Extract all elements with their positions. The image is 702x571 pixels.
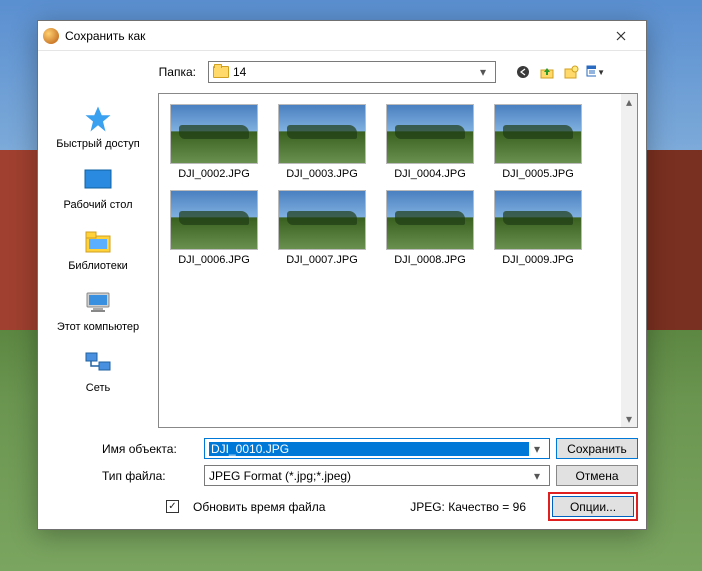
bottom-controls: Имя объекта: DJI_0010.JPG ▾ Сохранить Ти… <box>38 432 646 529</box>
options-highlight: Опции... <box>548 492 638 521</box>
place-label: Этот компьютер <box>42 321 154 333</box>
checkbox-label: Обновить время файла <box>193 500 325 514</box>
file-name: DJI_0006.JPG <box>178 254 250 266</box>
desktop-icon <box>82 164 114 196</box>
file-name: DJI_0005.JPG <box>502 168 574 180</box>
thumbnail-icon <box>494 190 582 250</box>
filename-input[interactable]: DJI_0010.JPG ▾ <box>204 438 550 459</box>
file-name: DJI_0003.JPG <box>286 168 358 180</box>
chevron-down-icon: ▼ <box>597 68 605 77</box>
close-icon <box>616 31 626 41</box>
scroll-down-button[interactable]: ▾ <box>621 411 637 427</box>
place-label: Рабочий стол <box>42 199 154 211</box>
folder-combo[interactable]: 14 ▾ <box>208 61 496 83</box>
filetype-label: Тип файла: <box>48 469 198 483</box>
place-network[interactable]: Сеть <box>42 343 154 402</box>
thumbnail-icon <box>170 190 258 250</box>
close-button[interactable] <box>601 22 641 50</box>
file-item[interactable]: DJI_0008.JPG <box>383 190 477 266</box>
file-name: DJI_0002.JPG <box>178 168 250 180</box>
filetype-value: JPEG Format (*.jpg;*.jpeg) <box>209 469 529 483</box>
scroll-up-button[interactable]: ▴ <box>621 94 637 110</box>
nav-up-button[interactable] <box>536 61 558 83</box>
libraries-icon <box>82 225 114 257</box>
dialog-title: Сохранить как <box>65 29 601 43</box>
file-item[interactable]: DJI_0007.JPG <box>275 190 369 266</box>
vertical-scrollbar[interactable]: ▴ ▾ <box>621 94 637 427</box>
file-listing-area: DJI_0002.JPG DJI_0003.JPG DJI_0004.JPG D… <box>158 93 638 428</box>
file-name: DJI_0009.JPG <box>502 254 574 266</box>
thumbnail-icon <box>386 104 474 164</box>
save-as-dialog: Сохранить как Папка: 14 ▾ ▼ <box>37 20 647 530</box>
filename-label: Имя объекта: <box>48 442 198 456</box>
place-this-pc[interactable]: Этот компьютер <box>42 282 154 341</box>
save-button[interactable]: Сохранить <box>556 438 638 459</box>
file-name: DJI_0004.JPG <box>394 168 466 180</box>
back-arrow-icon <box>515 64 531 80</box>
file-item[interactable]: DJI_0003.JPG <box>275 104 369 180</box>
folder-up-icon <box>539 64 555 80</box>
new-folder-button[interactable] <box>560 61 582 83</box>
app-icon <box>43 28 59 44</box>
view-menu-button[interactable]: ▼ <box>584 61 606 83</box>
filename-value: DJI_0010.JPG <box>209 442 529 456</box>
thumbnail-icon <box>170 104 258 164</box>
nav-back-button[interactable] <box>512 61 534 83</box>
quick-access-icon <box>82 103 114 135</box>
file-item[interactable]: DJI_0002.JPG <box>167 104 261 180</box>
file-name: DJI_0008.JPG <box>394 254 466 266</box>
place-desktop[interactable]: Рабочий стол <box>42 160 154 219</box>
file-grid[interactable]: DJI_0002.JPG DJI_0003.JPG DJI_0004.JPG D… <box>159 94 621 427</box>
file-item[interactable]: DJI_0004.JPG <box>383 104 477 180</box>
folder-label: Папка: <box>98 65 202 79</box>
update-file-time-checkbox[interactable]: ✓ <box>166 500 179 513</box>
place-label: Быстрый доступ <box>42 138 154 150</box>
network-icon <box>82 347 114 379</box>
computer-icon <box>82 286 114 318</box>
chevron-down-icon: ▾ <box>529 469 545 483</box>
thumbnail-icon <box>278 190 366 250</box>
file-item[interactable]: DJI_0005.JPG <box>491 104 585 180</box>
file-name: DJI_0007.JPG <box>286 254 358 266</box>
thumbnail-icon <box>386 190 474 250</box>
view-icon <box>585 64 596 80</box>
jpeg-quality-label: JPEG: Качество = 96 <box>410 500 526 514</box>
titlebar: Сохранить как <box>38 21 646 51</box>
places-bar: Быстрый доступ Рабочий стол Библиотеки Э… <box>38 91 158 432</box>
folder-row: Папка: 14 ▾ ▼ <box>38 51 646 91</box>
folder-value: 14 <box>233 65 471 79</box>
thumbnail-icon <box>494 104 582 164</box>
place-libraries[interactable]: Библиотеки <box>42 221 154 280</box>
folder-icon <box>213 66 229 78</box>
place-label: Сеть <box>42 382 154 394</box>
place-quick-access[interactable]: Быстрый доступ <box>42 99 154 158</box>
cancel-button[interactable]: Отмена <box>556 465 638 486</box>
chevron-down-icon: ▾ <box>475 65 491 79</box>
place-label: Библиотеки <box>42 260 154 272</box>
thumbnail-icon <box>278 104 366 164</box>
new-folder-icon <box>563 64 579 80</box>
options-button[interactable]: Опции... <box>552 496 634 517</box>
file-item[interactable]: DJI_0009.JPG <box>491 190 585 266</box>
filetype-combo[interactable]: JPEG Format (*.jpg;*.jpeg) ▾ <box>204 465 550 486</box>
file-item[interactable]: DJI_0006.JPG <box>167 190 261 266</box>
chevron-down-icon: ▾ <box>529 442 545 456</box>
